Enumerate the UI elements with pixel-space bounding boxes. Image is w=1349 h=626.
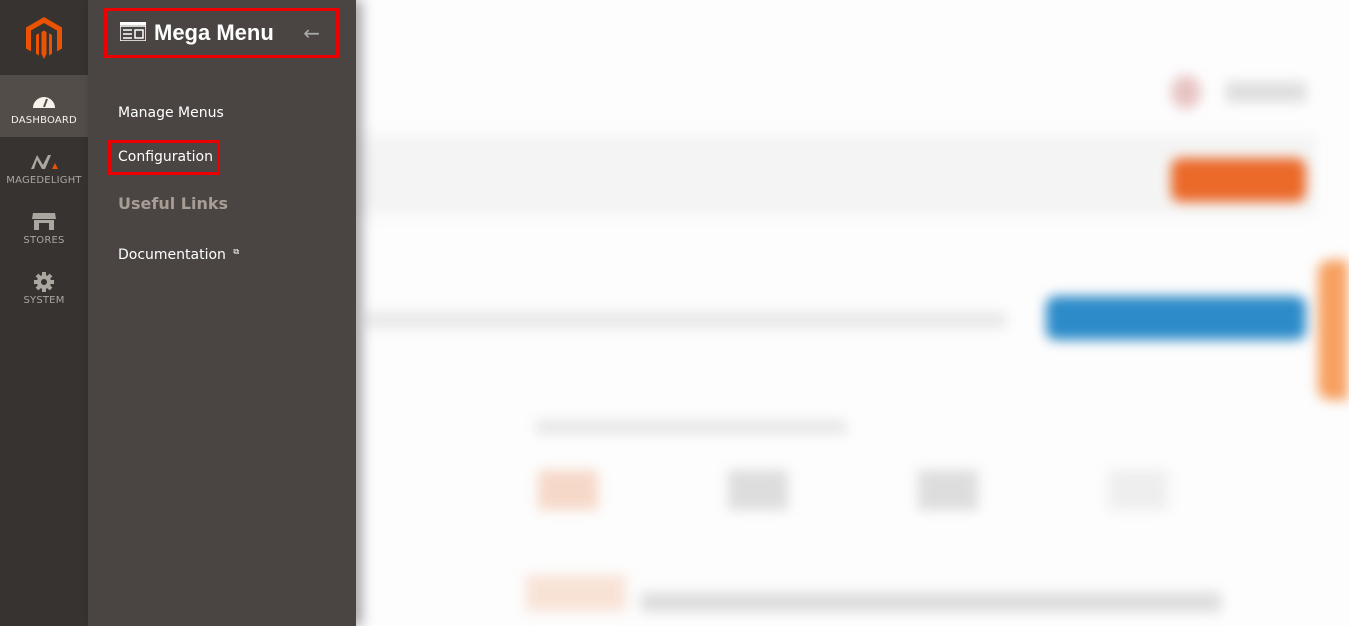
nav-item-label: DASHBOARD xyxy=(11,115,77,126)
tabs-row xyxy=(641,592,1221,612)
background-page xyxy=(356,0,1349,626)
user-avatar xyxy=(1171,75,1201,109)
stat-1 xyxy=(538,470,598,510)
stat-4 xyxy=(1108,470,1168,510)
menu-group-useful-links: Useful Links xyxy=(118,194,229,213)
panel-title: Mega Menu ← xyxy=(104,8,339,58)
side-tab xyxy=(1318,260,1348,400)
user-name xyxy=(1226,82,1306,102)
gear-icon xyxy=(0,271,88,293)
mega-menu-icon xyxy=(119,21,147,45)
nav-item-magedelight[interactable]: MAGEDELIGHT xyxy=(0,137,88,197)
nav-item-label: SYSTEM xyxy=(23,295,65,306)
magento-logo[interactable] xyxy=(0,0,88,75)
content-line xyxy=(536,420,846,434)
nav-item-label: STORES xyxy=(23,235,65,246)
orange-button xyxy=(1171,158,1306,202)
admin-nav: DASHBOARD MAGEDELIGHT STORES SYSTEM xyxy=(0,0,88,626)
dashboard-icon xyxy=(0,91,88,113)
notice-text xyxy=(366,312,1006,328)
menu-item-manage-menus[interactable]: Manage Menus xyxy=(118,105,224,121)
nav-item-stores[interactable]: STORES xyxy=(0,197,88,257)
nav-item-system[interactable]: SYSTEM xyxy=(0,257,88,317)
stores-icon xyxy=(0,211,88,233)
nav-item-dashboard[interactable]: DASHBOARD xyxy=(0,75,88,137)
external-link-icon: ⧉ xyxy=(233,247,240,256)
blue-button xyxy=(1046,296,1306,340)
magedelight-icon xyxy=(0,151,88,173)
nav-item-label: MAGEDELIGHT xyxy=(6,175,82,186)
menu-item-label: Documentation xyxy=(118,247,226,263)
stat-3 xyxy=(918,470,978,510)
menu-item-configuration[interactable]: Configuration xyxy=(118,149,213,165)
tab-active xyxy=(526,575,626,611)
menu-item-documentation[interactable]: Documentation ⧉ xyxy=(118,247,239,263)
stat-2 xyxy=(728,470,788,510)
panel-title-text: Mega Menu xyxy=(154,20,274,45)
mega-menu-panel: Mega Menu ← Manage Menus Configuration U… xyxy=(88,0,356,626)
back-arrow-icon[interactable]: ← xyxy=(303,21,320,45)
